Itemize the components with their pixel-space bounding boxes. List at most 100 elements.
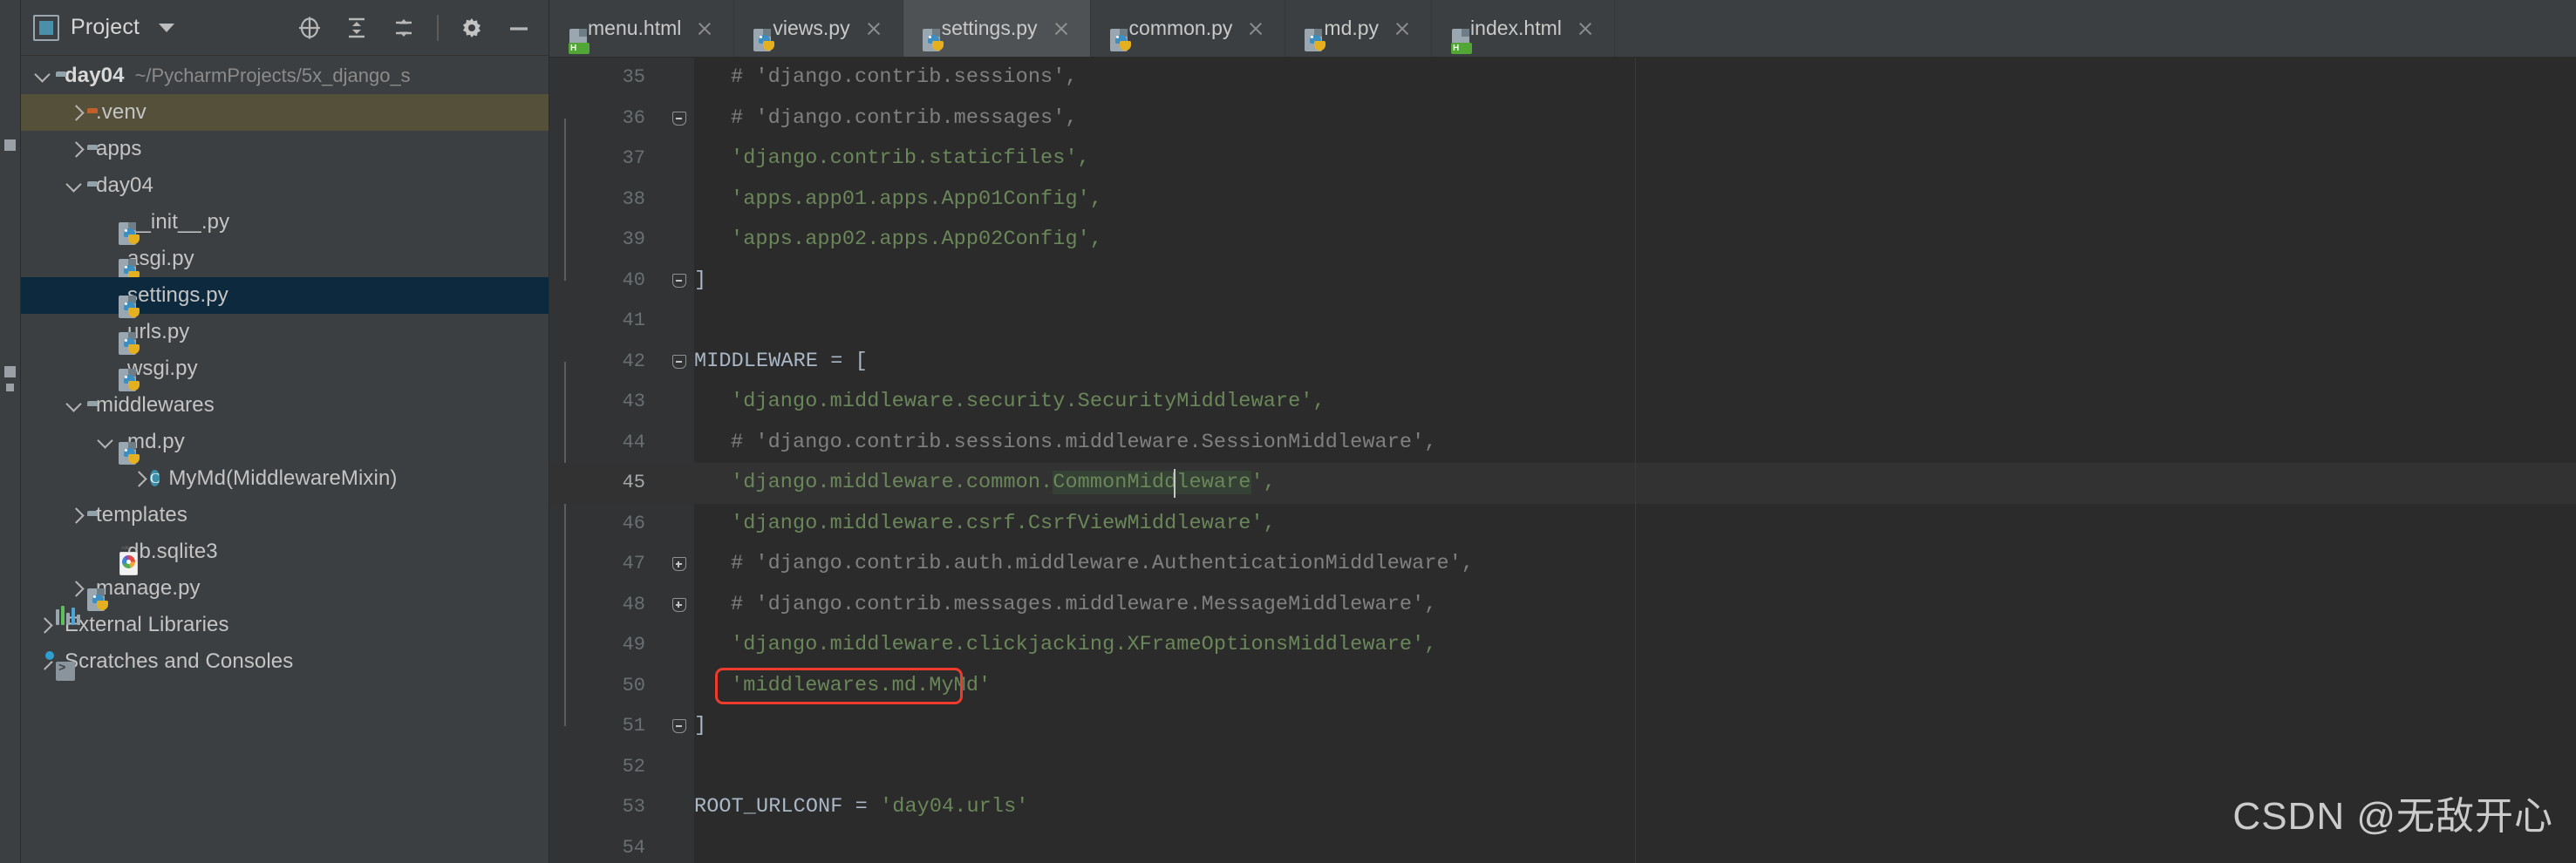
code-text: 'middlewares.md.MyMd' (731, 666, 2576, 707)
tree-item-label: wsgi.py (127, 357, 198, 380)
code-text: 'django.contrib.staticfiles', (731, 139, 2576, 180)
line-number: 35 (622, 66, 645, 88)
tree-item-day04[interactable]: day04 ~/PycharmProjects/5x_django_s (21, 58, 549, 94)
code-line: 43 'django.middleware.security.SecurityMi… (549, 382, 2576, 423)
tool-strip-square-icon (4, 139, 16, 151)
code-token: 'django.middleware.clickjacking.XFrameOp… (731, 633, 1437, 656)
editor-right-margin-guide (1635, 58, 1636, 863)
code-text: 'django.middleware.csrf.CsrfViewMiddlewa… (731, 504, 2576, 545)
editor-tab-index-html[interactable]: Hindex.html (1432, 0, 1615, 57)
tree-item-md-py[interactable]: md.py (21, 424, 549, 465)
tree-item-settings-py[interactable]: settings.py (21, 277, 549, 318)
locate-icon[interactable] (296, 14, 324, 42)
line-number: 36 (622, 106, 645, 129)
code-line: 41 (549, 301, 2576, 342)
tree-item-templates[interactable]: templates (21, 497, 549, 533)
code-fold-toggle[interactable] (672, 557, 686, 572)
code-token: 'django.middleware.csrf.CsrfViewMiddlewa… (731, 511, 1276, 535)
line-number: 48 (622, 593, 645, 615)
chevron-right-icon[interactable] (127, 460, 150, 497)
gear-icon[interactable] (458, 14, 486, 42)
editor-tab-md-py[interactable]: md.py (1285, 0, 1433, 57)
tree-item-asgi-py[interactable]: asgi.py (21, 241, 549, 282)
editor-tab-menu-html[interactable]: Hmenu.html (549, 0, 735, 57)
code-line: 42 MIDDLEWARE = [ (549, 342, 2576, 383)
editor-tab-label: md.py (1324, 17, 1380, 39)
chevron-down-icon[interactable] (65, 387, 87, 424)
tree-item-urls-py[interactable]: urls.py (21, 314, 549, 355)
tree-item-init-py[interactable]: __init__.py (21, 204, 549, 245)
project-tree: day04 ~/PycharmProjects/5x_django_s .venv a… (21, 56, 549, 681)
tree-item-db-sqlite3[interactable]: sqlite db.sqlite3 (21, 533, 549, 575)
code-line: 35 # 'django.contrib.sessions', (549, 58, 2576, 99)
expand-all-icon[interactable] (343, 14, 371, 42)
project-panel-toolbar (296, 14, 536, 42)
code-fold-toggle[interactable] (672, 273, 686, 288)
tree-item-middlewares[interactable]: middlewares (21, 387, 549, 424)
tool-strip-square-icon-2 (4, 366, 16, 377)
chevron-right-icon[interactable] (65, 94, 87, 131)
line-number: 38 (622, 187, 645, 210)
close-icon[interactable] (1576, 19, 1595, 38)
code-fold-toggle[interactable] (672, 354, 686, 369)
code-text: # 'django.contrib.sessions.middleware.Se… (731, 423, 2576, 464)
editor-tab-common-py[interactable]: common.py (1090, 0, 1286, 57)
tree-item-mymd-middlewaremixin[interactable]: C MyMd(MiddlewareMixin) (21, 460, 549, 497)
chevron-right-icon[interactable] (65, 131, 87, 167)
close-icon[interactable] (695, 19, 714, 38)
chevron-right-icon[interactable] (33, 607, 56, 643)
close-icon[interactable] (1052, 19, 1071, 38)
code-line: 40] (549, 261, 2576, 302)
tree-item-wsgi-py[interactable]: wsgi.py (21, 350, 549, 391)
code-line: 47 # 'django.contrib.auth.middleware.Auth… (549, 544, 2576, 585)
code-line: 52 (549, 747, 2576, 788)
collapse-all-icon[interactable] (390, 14, 418, 42)
project-panel-title-group[interactable]: Project (33, 14, 175, 41)
code-token: 'middlewares.md.MyMd' (731, 673, 992, 697)
tree-item-day04[interactable]: day04 (21, 167, 549, 204)
project-window-icon (33, 14, 59, 41)
editor-tab-settings-py[interactable]: settings.py (903, 0, 1091, 57)
code-token: 'django.middleware.security.SecurityMidd… (731, 390, 1325, 413)
tool-strip-square-icon-3 (6, 384, 14, 391)
line-number: 45 (622, 472, 645, 493)
tree-item-label: settings.py (127, 283, 228, 307)
chevron-right-icon[interactable] (65, 570, 87, 607)
code-token: ] (694, 714, 707, 737)
code-line: 49 'django.middleware.clickjacking.XFrame… (549, 625, 2576, 666)
code-text: 'apps.app01.apps.App01Config', (731, 180, 2576, 221)
code-text: 'django.middleware.clickjacking.XFrameOp… (731, 625, 2576, 666)
tree-item-scratches-and-consoles[interactable]: Scratches and Consoles (21, 643, 549, 681)
line-number: 37 (622, 147, 645, 169)
code-fold-toggle[interactable] (672, 719, 686, 734)
editor-tab-label: index.html (1470, 17, 1562, 39)
chevron-down-icon[interactable] (159, 23, 175, 32)
editor-tab-views-py[interactable]: views.py (734, 0, 903, 57)
tree-item-venv[interactable]: .venv (21, 94, 549, 131)
close-icon[interactable] (1393, 19, 1412, 38)
tree-item-label: External Libraries (65, 613, 229, 636)
code-text: 'apps.app02.apps.App02Config', (731, 220, 2576, 261)
hide-panel-icon[interactable] (505, 14, 533, 42)
code-fold-toggle[interactable] (672, 111, 686, 126)
tree-item-external-libraries[interactable]: External Libraries (21, 606, 549, 643)
tree-item-apps[interactable]: apps (21, 131, 549, 167)
line-number: 44 (622, 431, 645, 453)
tree-item-label: asgi.py (127, 247, 194, 270)
chevron-down-icon[interactable] (96, 424, 119, 460)
close-icon[interactable] (1246, 19, 1265, 38)
tree-item-manage-py[interactable]: manage.py (21, 570, 549, 611)
tree-item-label: MyMd(MiddlewareMixin) (168, 466, 398, 490)
editor-tab-label: views.py (773, 17, 850, 39)
code-fold-toggle[interactable] (672, 597, 686, 612)
code-text: 'django.middleware.security.SecurityMidd… (731, 382, 2576, 423)
line-number: 53 (622, 796, 645, 818)
chevron-right-icon[interactable] (65, 497, 87, 533)
chevron-right-icon[interactable] (33, 643, 56, 680)
chevron-down-icon[interactable] (65, 167, 87, 204)
code-editor[interactable]: 35 # 'django.contrib.sessions', 36 # 'djang… (549, 58, 2576, 863)
code-token: # 'django.contrib.sessions.middleware.Se… (731, 430, 1437, 454)
close-icon[interactable] (864, 19, 883, 38)
chevron-down-icon[interactable] (33, 58, 56, 94)
